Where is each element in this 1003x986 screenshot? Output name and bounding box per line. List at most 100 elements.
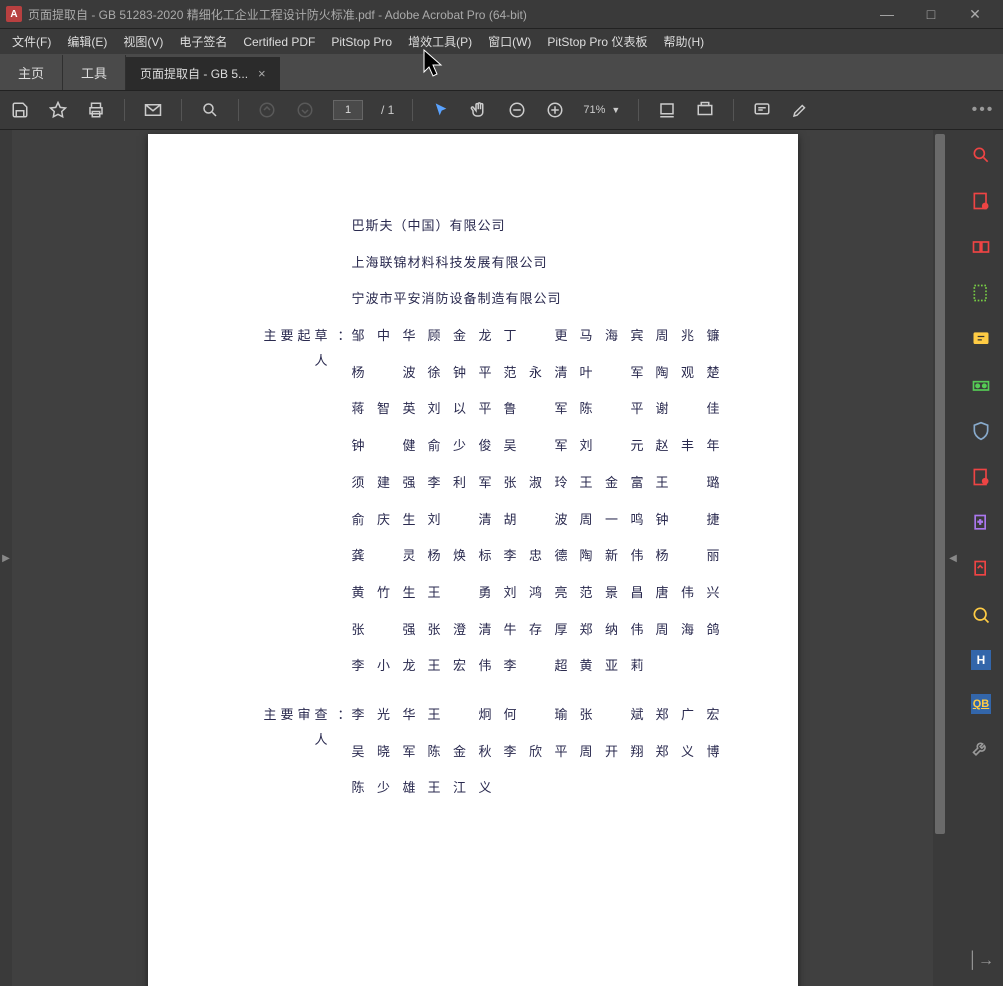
menu-item[interactable]: 帮助(H) [655,29,712,54]
menu-item[interactable]: Certified PDF [235,31,323,53]
create-pdf-icon[interactable]: + [970,190,992,212]
zoom-dropdown[interactable]: 71%▼ [583,104,620,116]
person-name: 马海宾 [580,324,644,349]
page-down-icon[interactable] [295,100,315,120]
more-icon[interactable]: ••• [973,100,993,120]
left-panel-toggle[interactable]: ▶ [0,130,12,986]
person-name: 陈金秋 [428,740,492,765]
comment-icon[interactable] [752,100,772,120]
person-name: 周海鸽 [656,618,720,643]
person-name: 牛存厚 [504,618,568,643]
email-icon[interactable] [143,100,163,120]
app-icon: A [6,6,22,22]
person-name: 俞庆生 [352,508,416,533]
preflight-icon[interactable]: QB [971,694,991,714]
collapse-panel-icon[interactable]: │→ [970,950,992,972]
person-name: 王 炯 [428,703,492,728]
menu-item[interactable]: 文件(F) [4,29,59,54]
menu-item[interactable]: PitStop Pro 仪表板 [539,29,655,54]
save-icon[interactable] [10,100,30,120]
person-name: 李利军 [428,471,492,496]
page-number-input[interactable] [333,100,363,120]
fit-width-icon[interactable] [657,100,677,120]
person-name: 范永清 [504,361,568,386]
person-name: 黄竹生 [352,581,416,606]
person-name: 李小龙 [352,654,416,679]
person-name: 张澄清 [428,618,492,643]
close-button[interactable]: ✕ [953,0,997,28]
window-titlebar: A 页面提取自 - GB 51283-2020 精细化工企业工程设计防火标准.p… [0,0,1003,28]
person-name: 何 瑜 [504,703,568,728]
protect-icon[interactable] [970,420,992,442]
maximize-button[interactable]: □ [909,0,953,28]
person-name: 张 斌 [580,703,644,728]
zoom-out-icon[interactable] [507,100,527,120]
person-name: 顾金龙 [428,324,492,349]
tab-home[interactable]: 主页 [0,55,63,90]
person-name: 李光华 [352,703,416,728]
person-name: 赵丰年 [656,434,720,459]
organize-icon[interactable]: + [970,512,992,534]
export-icon[interactable] [970,374,992,396]
person-name: 陈 平 [580,397,644,422]
minimize-button[interactable]: — [865,0,909,28]
person-name: 张 强 [352,618,416,643]
tab-document[interactable]: 页面提取自 - GB 5... × [126,57,280,90]
person-name: 郑广宏 [656,703,720,728]
select-arrow-icon[interactable] [431,100,451,120]
person-name: 徐钟平 [428,361,492,386]
stamp-icon[interactable]: H [971,650,991,670]
zoom-in-icon[interactable] [545,100,565,120]
combine-icon[interactable] [970,236,992,258]
star-icon[interactable] [48,100,68,120]
redact-icon[interactable] [970,466,992,488]
reviewer-label: 主要审查人 [248,703,338,813]
org-line: 巴斯夫（中国）有限公司 [352,214,738,239]
person-name: 吴晓军 [352,740,416,765]
person-name: 蒋智英 [352,397,416,422]
tab-bar: 主页 工具 页面提取自 - GB 5... × [0,54,1003,90]
drafter-label: 主要起草人 [248,324,338,691]
tools-sidebar: + + H QB │→ [959,130,1003,986]
person-name: 丁 更 [504,324,568,349]
right-panel-toggle[interactable]: ◀ [947,130,959,986]
compress-icon[interactable] [970,558,992,580]
person-name: 杨 波 [352,361,416,386]
search-tool-icon[interactable] [970,144,992,166]
drafter-names: 邹中华顾金龙丁 更马海宾周兆镰杨 波徐钟平范永清叶 军陶观楚蒋智英刘以平鲁 军陈… [352,324,738,691]
person-name: 陶观楚 [656,361,720,386]
scrollbar-thumb[interactable] [935,134,945,834]
tab-close-icon[interactable]: × [258,66,266,81]
find-icon[interactable] [200,100,220,120]
person-name: 王江义 [428,776,492,801]
menu-item[interactable]: 窗口(W) [480,29,539,54]
page-up-icon[interactable] [257,100,277,120]
menu-item[interactable]: 增效工具(P) [400,29,480,54]
menu-item[interactable]: 视图(V) [115,29,171,54]
person-name: 范景昌 [580,581,644,606]
pdf-page: 巴斯夫（中国）有限公司上海联锦材料科技发展有限公司宁波市平安消防设备制造有限公司… [148,134,798,986]
menu-item[interactable]: 电子签名 [171,29,235,54]
sticky-note-icon[interactable] [970,328,992,350]
person-name: 钟 捷 [656,508,720,533]
person-name: 李 超 [504,654,568,679]
document-viewport[interactable]: 巴斯夫（中国）有限公司上海联锦材料科技发展有限公司宁波市平安消防设备制造有限公司… [12,130,933,986]
person-name: 周一鸣 [580,508,644,533]
person-name: 吴 军 [504,434,568,459]
menu-item[interactable]: PitStop Pro [323,31,400,53]
tab-tools[interactable]: 工具 [63,55,126,90]
person-name: 刘鸿亮 [504,581,568,606]
person-name: 胡 波 [504,508,568,533]
hand-icon[interactable] [469,100,489,120]
vertical-scrollbar[interactable] [933,130,947,986]
highlight-icon[interactable] [790,100,810,120]
print-icon[interactable] [86,100,106,120]
measure-icon[interactable] [970,604,992,626]
fit-page-icon[interactable] [695,100,715,120]
person-name: 刘 元 [580,434,644,459]
tab-document-label: 页面提取自 - GB 5... [140,65,248,82]
menu-item[interactable]: 编辑(E) [59,29,115,54]
person-name: 刘 清 [428,508,492,533]
more-tools-icon[interactable] [970,738,992,760]
edit-pdf-icon[interactable] [970,282,992,304]
